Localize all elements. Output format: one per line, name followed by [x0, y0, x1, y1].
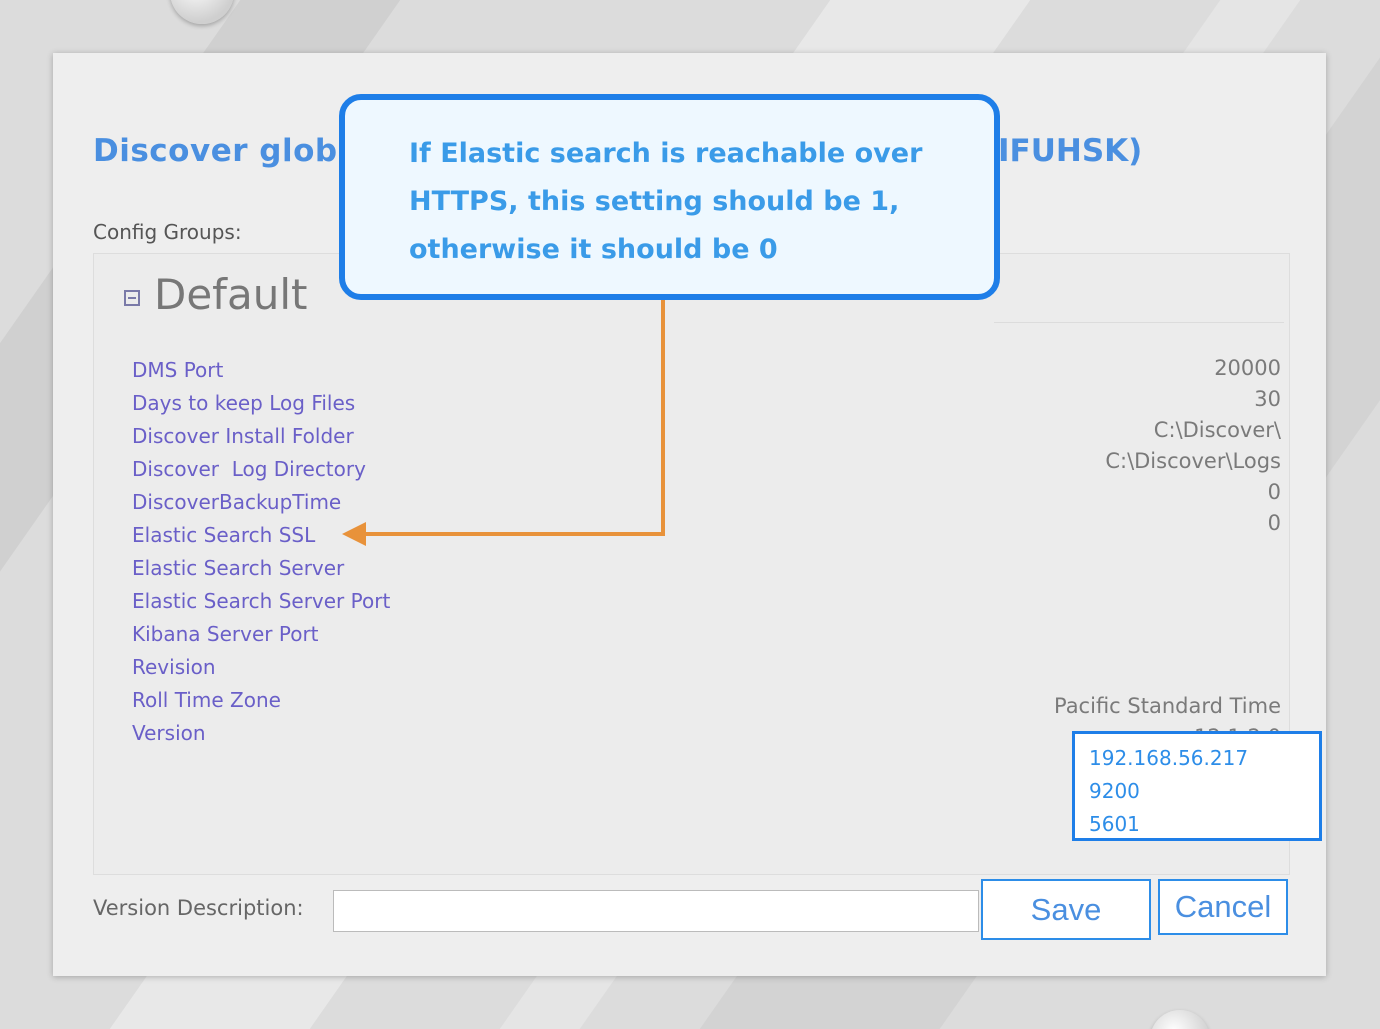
setting-name-kibana-port[interactable]: Kibana Server Port — [132, 618, 390, 651]
setting-name-backup-time[interactable]: DiscoverBackupTime — [132, 486, 390, 519]
setting-name-dms-port[interactable]: DMS Port — [132, 354, 390, 387]
callout-text-line: If Elastic search is reachable over — [409, 138, 923, 169]
setting-value-elastic-search-server[interactable]: 192.168.56.217 — [1089, 742, 1319, 775]
value-spacer — [1054, 539, 1281, 615]
callout-text-line: otherwise it should be 0 — [409, 234, 778, 265]
config-group-default: Default DMS Port Days to keep Log Files … — [93, 253, 1322, 875]
setting-value-elastic-search-port[interactable]: 9200 — [1089, 775, 1319, 808]
setting-name-elastic-search-port[interactable]: Elastic Search Server Port — [132, 585, 390, 618]
setting-name-revision[interactable]: Revision — [132, 651, 390, 684]
decorative-knob — [1150, 1010, 1210, 1029]
setting-value-log-directory[interactable]: C:\Discover\Logs — [1054, 446, 1281, 477]
annotation-callout: If Elastic search is reachable over HTTP… — [339, 94, 1000, 300]
highlighted-values-box: 192.168.56.217 9200 5601 — [1072, 731, 1322, 841]
setting-value-roll-time-zone[interactable]: Pacific Standard Time — [1054, 691, 1281, 722]
version-description-label: Version Description: — [93, 896, 304, 920]
config-groups-label: Config Groups: — [93, 220, 242, 244]
version-description-input[interactable] — [333, 890, 979, 932]
setting-name-log-directory[interactable]: Discover Log Directory — [132, 453, 390, 486]
setting-value-kibana-port[interactable]: 5601 — [1089, 808, 1319, 841]
divider — [994, 322, 1284, 323]
setting-value-dms-port[interactable]: 20000 — [1054, 353, 1281, 384]
setting-name-days-to-keep-logs[interactable]: Days to keep Log Files — [132, 387, 390, 420]
setting-name-install-folder[interactable]: Discover Install Folder — [132, 420, 390, 453]
setting-values-list: 20000 30 C:\Discover\ C:\Discover\Logs 0… — [1054, 353, 1281, 753]
collapse-icon[interactable] — [124, 289, 140, 306]
setting-names-list: DMS Port Days to keep Log Files Discover… — [132, 354, 390, 750]
setting-name-elastic-search-ssl[interactable]: Elastic Search SSL — [132, 519, 390, 552]
group-name: Default — [154, 270, 308, 319]
save-button[interactable]: Save — [981, 879, 1151, 940]
group-header[interactable]: Default — [124, 270, 307, 319]
callout-text-line: HTTPS, this setting should be 1, — [409, 186, 900, 217]
dialog-title-suffix: IFUHSK) — [998, 133, 1143, 169]
setting-name-elastic-search-server[interactable]: Elastic Search Server — [132, 552, 390, 585]
setting-value-install-folder[interactable]: C:\Discover\ — [1054, 415, 1281, 446]
setting-value-backup-time[interactable]: 0 — [1054, 477, 1281, 508]
setting-value-days-to-keep-logs[interactable]: 30 — [1054, 384, 1281, 415]
dialog-title: Discover globa — [93, 133, 360, 169]
setting-value-elastic-search-ssl[interactable]: 0 — [1054, 508, 1281, 539]
cancel-button[interactable]: Cancel — [1158, 879, 1288, 935]
setting-name-roll-time-zone[interactable]: Roll Time Zone — [132, 684, 390, 717]
value-spacer — [1054, 615, 1281, 691]
setting-name-version[interactable]: Version — [132, 717, 390, 750]
